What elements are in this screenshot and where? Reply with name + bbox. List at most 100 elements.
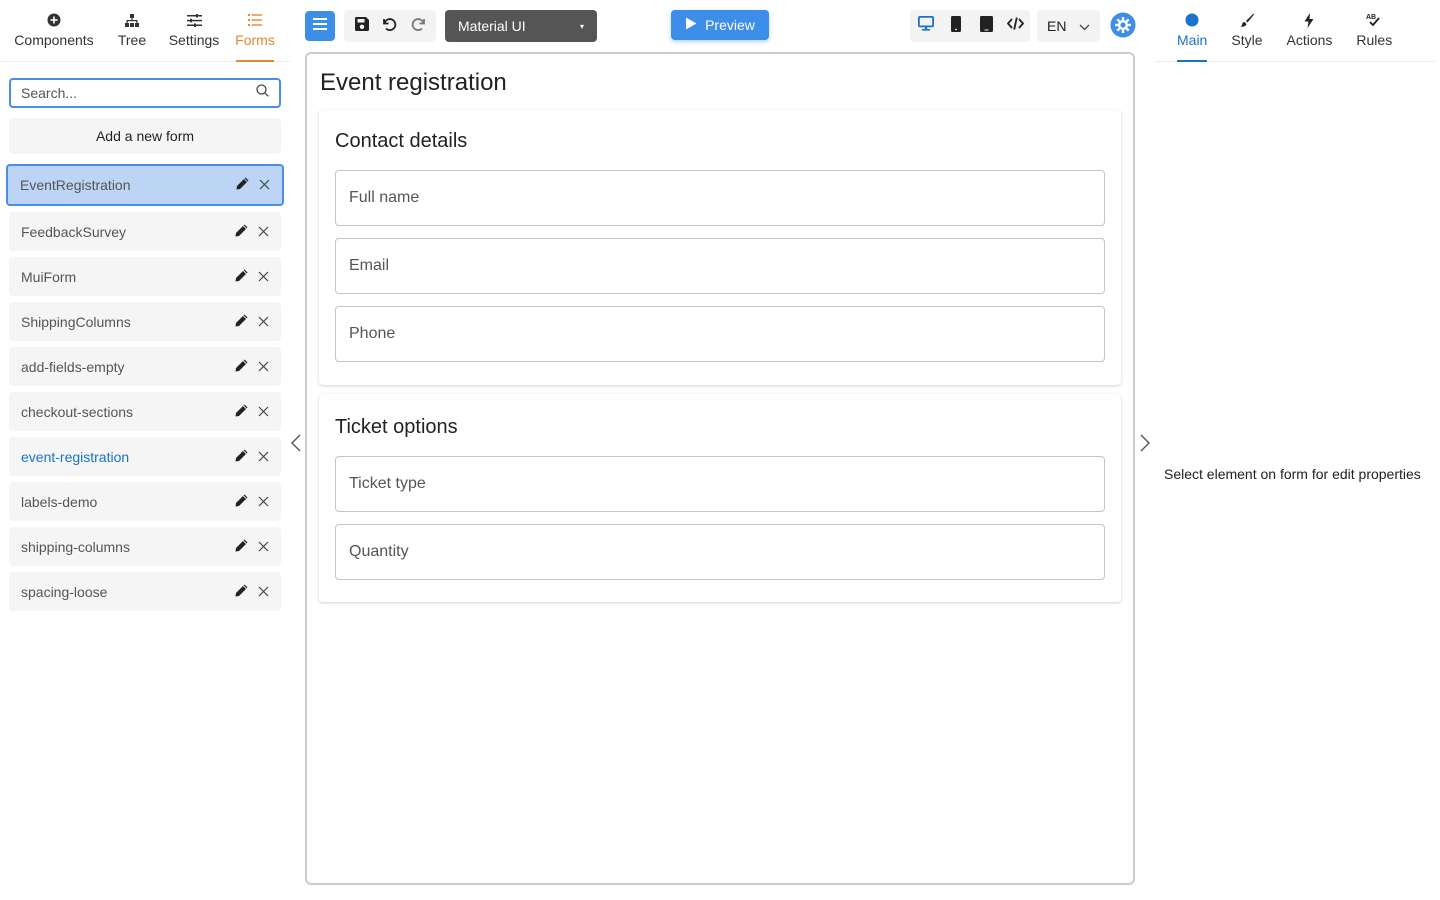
edit-pencil-icon[interactable] [235,539,248,555]
form-name: shipping-columns [21,538,130,555]
list-icon [248,12,262,28]
hamburger-icon [313,17,327,35]
field-ticket-type[interactable]: Ticket type [335,456,1105,512]
field-full-name[interactable]: Full name [335,170,1105,226]
edit-pencil-icon[interactable] [235,269,248,285]
chevron-left-icon [289,434,303,457]
edit-pencil-icon[interactable] [236,177,249,193]
search-box [9,78,281,108]
tab-tree[interactable]: Tree [104,0,160,62]
form-list-item[interactable]: event-registration [9,437,281,476]
close-icon[interactable] [258,449,269,465]
section-contact-details[interactable]: Contact details Full name Email Phone [319,110,1121,385]
edit-pencil-icon[interactable] [235,359,248,375]
undo-icon [381,16,397,37]
form-name: FeedbackSurvey [21,223,127,240]
mobile-icon [951,15,961,37]
edit-pencil-icon[interactable] [235,404,248,420]
form-name: EventRegistration [20,177,131,193]
field-email[interactable]: Email [335,238,1105,294]
mobile-view-button[interactable] [944,14,968,38]
form-list-item[interactable]: MuiForm [9,257,281,296]
tab-settings[interactable]: Settings [164,0,224,62]
desktop-view-button[interactable] [914,14,938,38]
redo-button[interactable] [407,14,431,38]
right-tabs: Main Style Actions AB Rules [1155,0,1435,62]
close-icon[interactable] [259,177,270,193]
tab-forms[interactable]: Forms [235,0,275,62]
close-icon[interactable] [258,584,269,600]
tablet-view-button[interactable] [974,14,998,38]
form-name: ShippingColumns [21,313,131,330]
form-list-item[interactable]: FeedbackSurvey [9,212,281,251]
edit-pencil-icon[interactable] [235,224,248,240]
form-list-item[interactable]: checkout-sections [9,392,281,431]
code-view-button[interactable] [1003,14,1027,38]
close-icon[interactable] [258,359,269,375]
close-icon[interactable] [258,539,269,555]
form-canvas[interactable]: Event registration Contact details Full … [305,52,1135,885]
field-phone[interactable]: Phone [335,306,1105,362]
sliders-icon [186,12,202,28]
play-icon [685,17,697,33]
form-list-item[interactable]: add-fields-empty [9,347,281,386]
form-name: spacing-loose [21,583,108,600]
tree-icon [125,12,139,28]
form-list-item[interactable]: shipping-columns [9,527,281,566]
tab-main[interactable]: Main [1177,0,1208,62]
undo-button[interactable] [377,14,401,38]
add-new-form-button[interactable]: Add a new form [9,118,281,154]
circle-icon [1185,12,1199,28]
close-icon[interactable] [258,224,269,240]
form-name: checkout-sections [21,403,134,420]
field-quantity[interactable]: Quantity [335,524,1105,580]
tablet-icon [979,15,993,37]
language-select[interactable]: EN [1037,10,1100,42]
save-button[interactable] [350,14,374,38]
form-list-item[interactable]: ShippingColumns [9,302,281,341]
close-icon[interactable] [258,269,269,285]
form-list-item[interactable]: EventRegistration [6,164,284,206]
close-icon[interactable] [258,494,269,510]
desktop-icon [917,15,934,36]
tab-label: Forms [235,32,275,48]
edit-pencil-icon[interactable] [235,449,248,465]
preview-label: Preview [705,17,755,33]
close-icon[interactable] [258,314,269,330]
chevron-right-icon [1138,434,1152,457]
form-list: EventRegistration FeedbackSurvey MuiForm Sh… [6,164,284,617]
right-panel: Main Style Actions AB Rules Select eleme… [1155,0,1440,900]
tab-label: Tree [117,32,147,48]
form-list-item[interactable]: spacing-loose [9,572,281,611]
section-ticket-options[interactable]: Ticket options Ticket type Quantity [319,394,1121,602]
form-list-item[interactable]: labels-demo [9,482,281,521]
theme-select[interactable]: Material UI ▾ [445,10,597,42]
edit-actions-group [344,10,436,42]
theme-settings-button[interactable] [1110,12,1136,38]
tab-label: Components [14,32,94,48]
edit-pencil-icon[interactable] [235,584,248,600]
tab-style[interactable]: Style [1231,0,1262,62]
left-tabs: Components Tree Settings Forms [0,0,290,62]
section-title: Ticket options [335,416,458,438]
tab-actions[interactable]: Actions [1286,0,1332,62]
edit-pencil-icon[interactable] [235,494,248,510]
tab-components[interactable]: Components [8,0,100,62]
close-icon[interactable] [258,404,269,420]
code-icon [1006,17,1024,35]
tab-label: Main [1177,32,1208,48]
search-icon[interactable] [256,84,269,102]
collapse-left-panel-button[interactable] [289,433,303,453]
tab-rules[interactable]: AB Rules [1356,0,1392,62]
menu-button[interactable] [305,11,335,41]
language-value: EN [1047,18,1067,34]
search-input[interactable] [21,85,256,101]
preview-button[interactable]: Preview [671,10,769,40]
collapse-right-panel-button[interactable] [1138,433,1152,453]
form-name: add-fields-empty [21,358,125,375]
redo-icon [411,16,427,37]
plus-circle-icon [47,12,61,28]
edit-pencil-icon[interactable] [235,314,248,330]
bolt-icon [1304,12,1314,28]
caret-down-icon: ▾ [579,21,584,31]
